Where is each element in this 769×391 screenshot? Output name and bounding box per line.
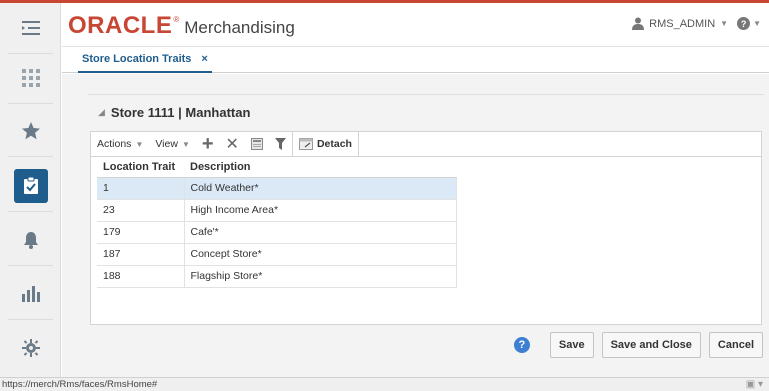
left-nav: [0, 3, 61, 377]
star-icon: [21, 122, 40, 140]
table-row[interactable]: 179 Cafe'*: [97, 221, 457, 244]
help-circle-icon: ?: [737, 17, 751, 30]
app-name: Merchandising: [184, 18, 295, 37]
notifications-button[interactable]: [0, 215, 61, 265]
table-toolbar: Actions ▼ View ▼ + ✕ Detach: [90, 131, 762, 157]
cell-location-trait: 23: [97, 199, 185, 222]
funnel-icon: [274, 138, 286, 150]
detach-button[interactable]: Detach: [293, 132, 358, 156]
column-header-description[interactable]: Description: [184, 157, 456, 178]
x-icon: ✕: [225, 136, 239, 153]
panel-header[interactable]: ◢ Store 1111 | Manhattan: [98, 105, 250, 120]
panel-title: Store 1111 | Manhattan: [110, 105, 251, 120]
tab-store-location-traits[interactable]: Store Location Traits ×: [78, 47, 212, 73]
favorites-button[interactable]: [0, 106, 61, 156]
store-panel: ◢ Store 1111 | Manhattan Actions ▼ View …: [88, 94, 764, 330]
tasks-button[interactable]: [0, 161, 61, 211]
cell-description: Cafe'*: [184, 221, 457, 244]
menu-icon: [21, 21, 40, 35]
user-menu[interactable]: RMS_ADMIN ▼ ? ▼: [632, 17, 761, 30]
menu-toggle-button[interactable]: [0, 3, 61, 53]
cell-description: High Income Area*: [184, 199, 457, 222]
help-icon[interactable]: ?: [513, 337, 530, 353]
status-url: https://merch/Rms/faces/RmsHome#: [2, 379, 158, 390]
column-header-location-trait[interactable]: Location Trait: [97, 157, 184, 178]
grid-icon: [21, 69, 40, 87]
actions-menu[interactable]: Actions ▼: [91, 132, 149, 156]
status-tray-icon: ▣ ▾: [745, 379, 763, 390]
disclosure-triangle-icon[interactable]: ◢: [98, 107, 105, 118]
apps-grid-button[interactable]: [0, 53, 61, 103]
cell-location-trait: 179: [97, 221, 185, 244]
reports-button[interactable]: [0, 269, 61, 319]
filter-button[interactable]: [269, 132, 292, 156]
edit-button[interactable]: [245, 132, 269, 156]
settings-button[interactable]: [0, 323, 61, 373]
cell-description: Flagship Store*: [184, 265, 457, 288]
traits-table-container: Location Trait Description 1 Cold Weathe…: [90, 157, 762, 325]
cell-description: Cold Weather*: [184, 177, 457, 200]
location-traits-table: Location Trait Description 1 Cold Weathe…: [97, 157, 457, 288]
form-icon: [250, 138, 263, 150]
cell-location-trait: 1: [97, 177, 185, 200]
add-button[interactable]: +: [196, 132, 220, 156]
chevron-down-icon: ▼: [135, 139, 144, 149]
cell-location-trait: 187: [97, 243, 185, 266]
help-menu[interactable]: ? ▼: [737, 17, 761, 30]
save-and-close-button[interactable]: Save and Close: [601, 332, 701, 358]
bar-chart-icon: [21, 286, 40, 302]
oracle-logo: ORACLE ® Merchandising: [68, 12, 295, 40]
browser-status-bar: https://merch/Rms/faces/RmsHome# ▣ ▾: [0, 377, 769, 391]
view-menu[interactable]: View ▼: [149, 132, 196, 156]
cell-location-trait: 188: [97, 265, 185, 288]
brand-registered: ®: [173, 15, 180, 24]
chevron-down-icon: ▼: [720, 19, 729, 28]
cell-description: Concept Store*: [184, 243, 457, 266]
save-button[interactable]: Save: [549, 332, 594, 358]
action-button-row: ? Save Save and Close Cancel: [513, 332, 763, 358]
table-row[interactable]: 187 Concept Store*: [97, 243, 457, 266]
user-icon: [632, 17, 645, 30]
tab-label: Store Location Traits: [82, 53, 192, 65]
bell-icon: [23, 232, 38, 249]
main-content: ◢ Store 1111 | Manhattan Actions ▼ View …: [62, 74, 769, 377]
cancel-button[interactable]: Cancel: [708, 332, 763, 358]
chevron-down-icon: ▼: [753, 19, 761, 28]
actions-label: Actions: [97, 138, 132, 150]
detach-icon: [298, 138, 313, 150]
table-row[interactable]: 188 Flagship Store*: [97, 265, 457, 288]
username: RMS_ADMIN: [649, 17, 716, 30]
app-header: ORACLE ® Merchandising RMS_ADMIN ▼ ? ▼: [62, 3, 769, 47]
tab-bar: Store Location Traits ×: [62, 47, 769, 73]
table-row[interactable]: 1 Cold Weather*: [97, 177, 457, 200]
gear-icon: [21, 339, 40, 357]
close-icon[interactable]: ×: [201, 53, 207, 65]
detach-label: Detach: [316, 138, 352, 150]
brand-oracle: ORACLE: [68, 12, 173, 39]
clipboard-check-icon: [23, 177, 38, 194]
view-label: View: [155, 138, 178, 150]
plus-icon: +: [201, 132, 214, 155]
table-row[interactable]: 23 High Income Area*: [97, 199, 457, 222]
chevron-down-icon: ▼: [181, 139, 190, 149]
delete-button[interactable]: ✕: [220, 132, 245, 156]
